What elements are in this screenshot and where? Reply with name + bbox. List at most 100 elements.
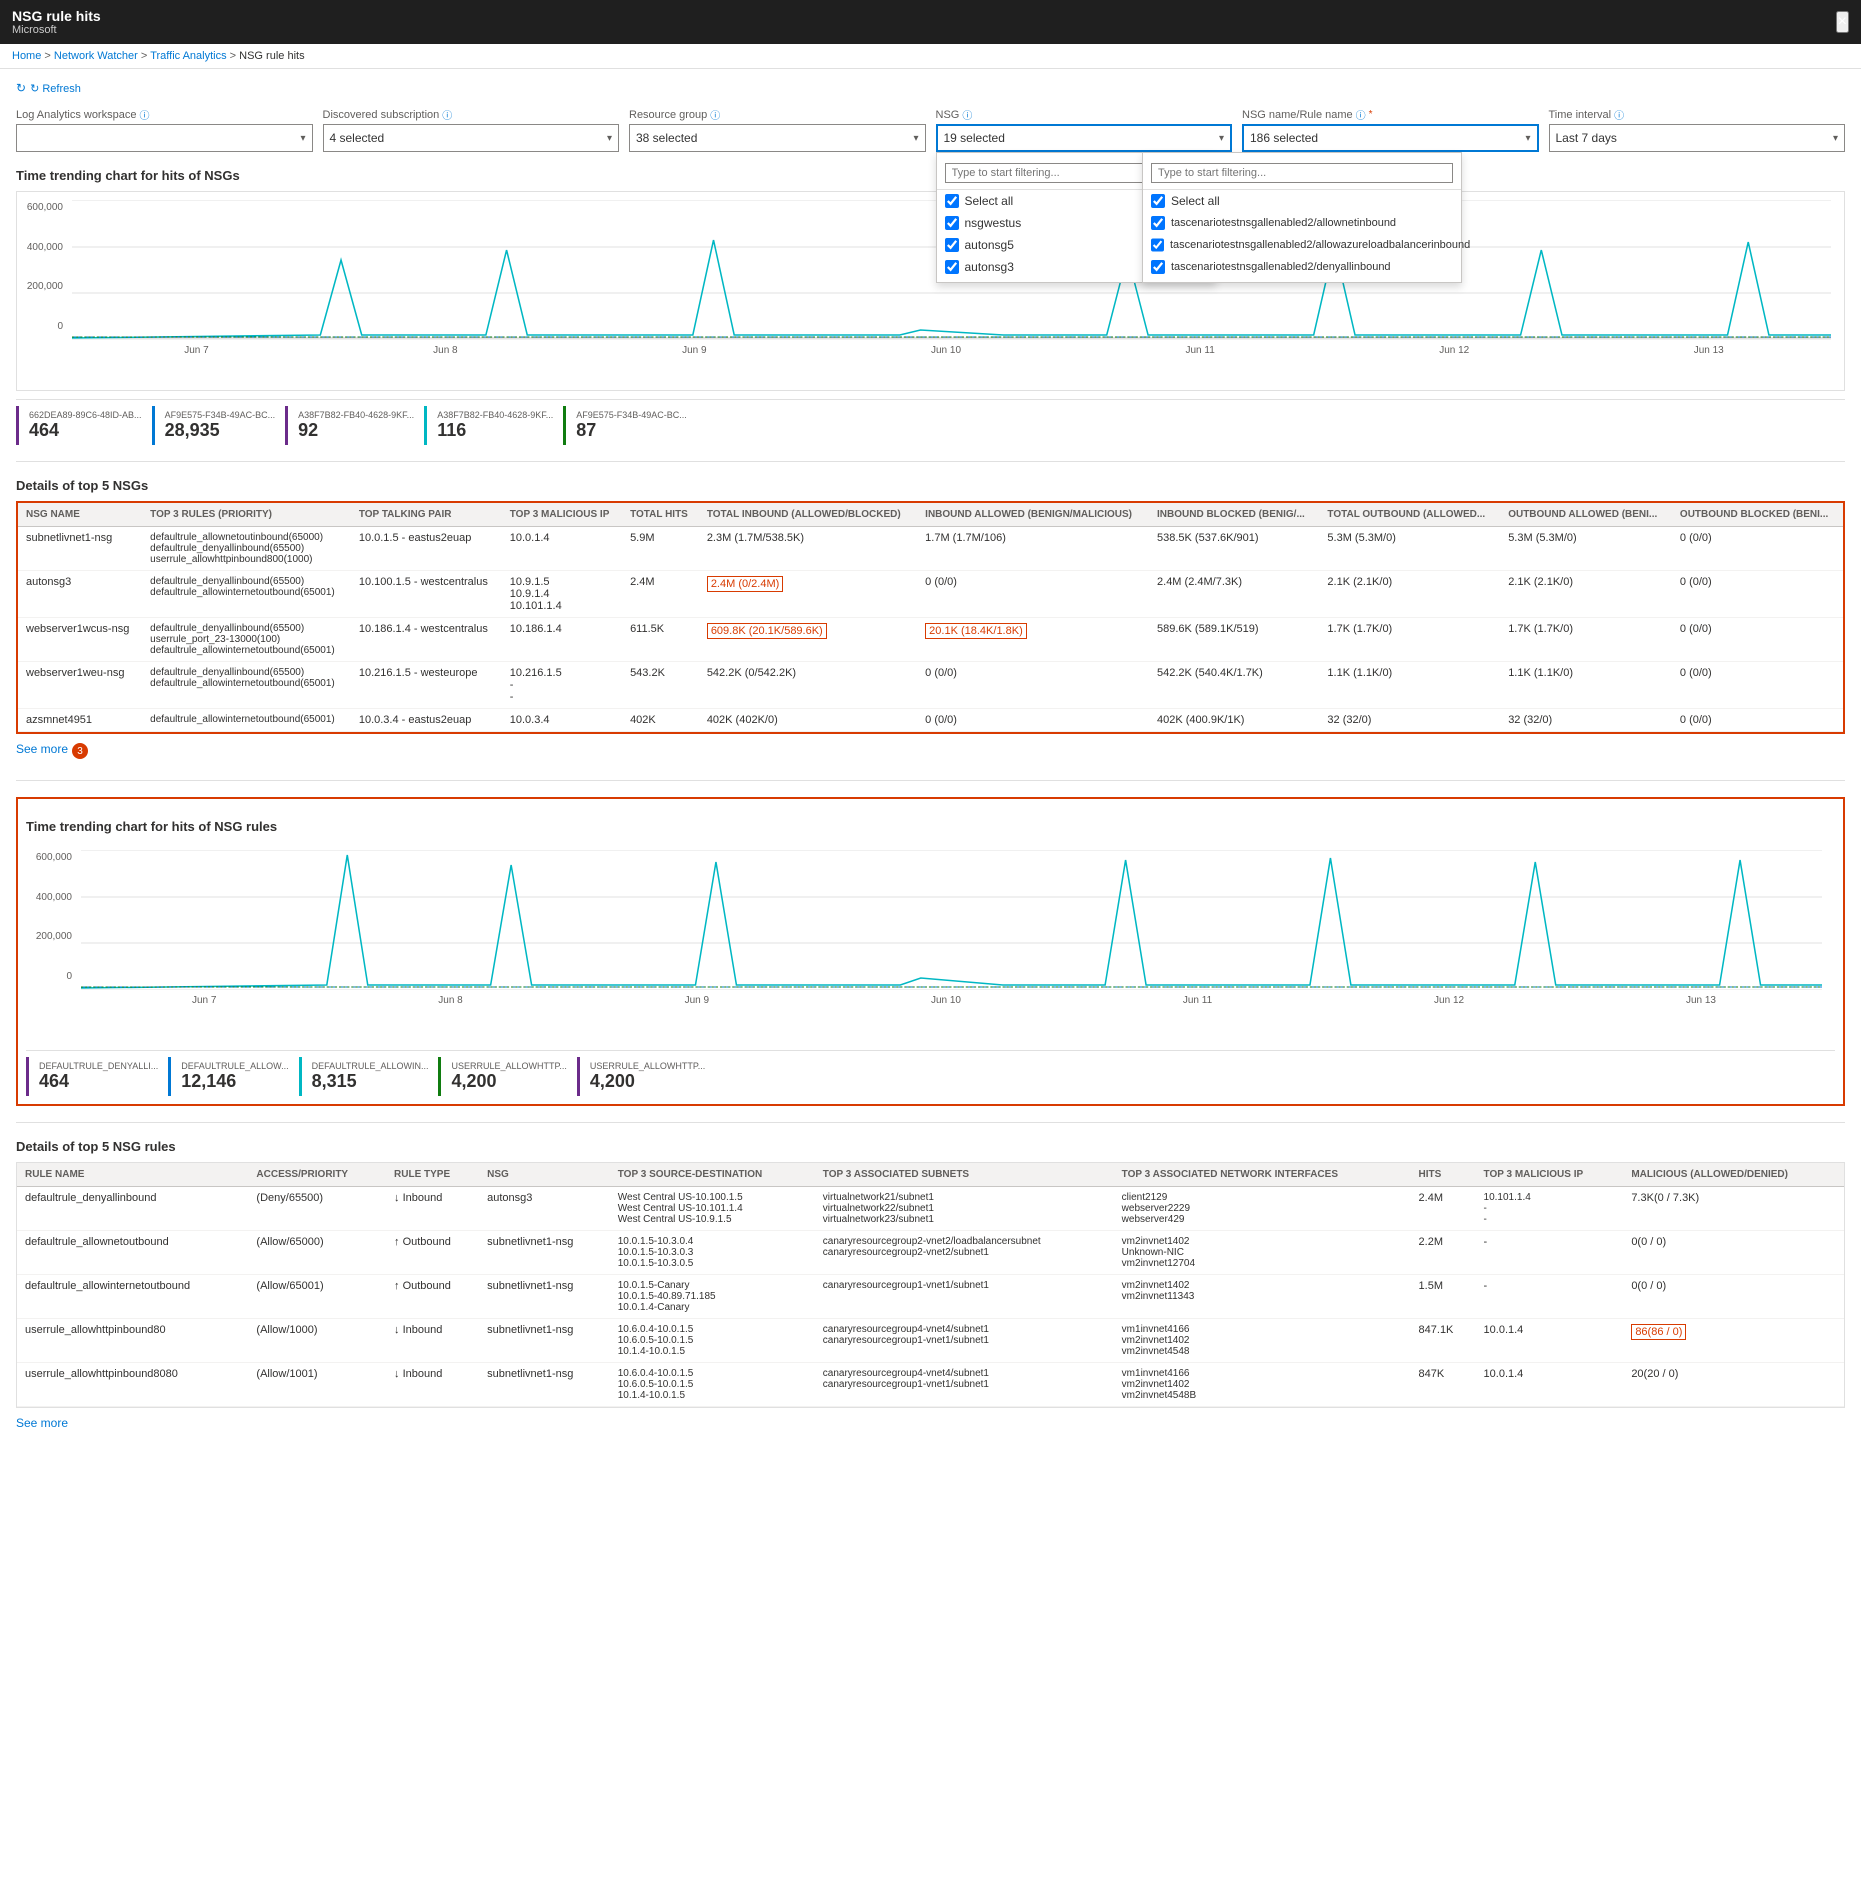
see-more-rules-link[interactable]: See more xyxy=(16,1416,68,1430)
divider-1 xyxy=(16,461,1845,462)
divider-3 xyxy=(16,1122,1845,1123)
nsg-rule-stat-1-value: 464 xyxy=(39,1071,158,1092)
cell-talking-pair: 10.100.1.5 - westcentralus xyxy=(351,571,502,618)
nsg-rule-select-all-checkbox[interactable] xyxy=(1151,194,1165,208)
log-analytics-input[interactable]: ▾ xyxy=(16,124,313,152)
cell-total-outbound: 2.1K (2.1K/0) xyxy=(1319,571,1500,618)
resource-group-input[interactable]: 38 selected ▾ xyxy=(629,124,926,152)
cell-source-dest: West Central US-10.100.1.5West Central U… xyxy=(610,1187,815,1231)
nsg-rule-search-input[interactable] xyxy=(1151,163,1453,183)
table-row: webserver1weu-nsg defaultrule_denyallinb… xyxy=(18,662,1843,709)
nsg-nsgwestus-checkbox[interactable] xyxy=(945,216,959,230)
cell-malicious-ip: 10.186.1.4 xyxy=(502,618,622,662)
nsg-info-icon[interactable]: ⓘ xyxy=(962,107,972,122)
nsg-rule-item2-checkbox[interactable] xyxy=(1151,238,1164,252)
nsg-autonsg5-checkbox[interactable] xyxy=(945,238,959,252)
nsg-autonsg3-label: autonsg3 xyxy=(965,260,1014,274)
nsg-rule-item-3[interactable]: tascenariotestnsgallenabled2/denyallinbo… xyxy=(1143,256,1461,278)
cell-malicious-ip: 10.0.1.4 xyxy=(1476,1319,1624,1363)
cell-malicious-count: 7.3K(0 / 7.3K) xyxy=(1623,1187,1844,1231)
cell-inbound-blocked: 589.6K (589.1K/519) xyxy=(1149,618,1319,662)
nsg-rule-item-1[interactable]: tascenariotestnsgallenabled2/allownetinb… xyxy=(1143,212,1461,234)
nsg-chart-section: Time trending chart for hits of NSGs 600… xyxy=(16,168,1845,445)
nsg-rule-select-all-item[interactable]: Select all xyxy=(1143,190,1461,212)
cell-malicious-ip: 10.216.1.5-- xyxy=(502,662,622,709)
cell-outbound-blocked: 0 (0/0) xyxy=(1672,662,1843,709)
refresh-button[interactable]: ↻ ↻ Refresh xyxy=(16,81,81,95)
nsg-rule-item3-label: tascenariotestnsgallenabled2/denyallinbo… xyxy=(1171,261,1391,273)
col-inbound-allowed: INBOUND ALLOWED (BENIGN/MALICIOUS) xyxy=(917,503,1149,527)
cell-rules: defaultrule_denyallinbound(65500)default… xyxy=(142,571,351,618)
cell-ni: vm1invnet4166vm2invnet1402vm2invnet4548B xyxy=(1114,1363,1411,1407)
table-row: subnetlivnet1-nsg defaultrule_allownetou… xyxy=(18,527,1843,571)
cell-ni: vm1invnet4166vm2invnet1402vm2invnet4548 xyxy=(1114,1319,1411,1363)
cell-outbound-allowed: 1.7K (1.7K/0) xyxy=(1500,618,1672,662)
nsg-label: NSG ⓘ xyxy=(936,107,1233,122)
cell-malicious-count: 0(0 / 0) xyxy=(1623,1275,1844,1319)
nsg-stat-4-label: A38F7B82-FB40-4628-9KF... xyxy=(437,410,553,420)
cell-malicious-ip: 10.101.1.4-- xyxy=(1476,1187,1624,1231)
table-row: defaultrule_allowinternetoutbound (Allow… xyxy=(17,1275,1844,1319)
breadcrumb-network-watcher[interactable]: Network Watcher xyxy=(54,50,138,62)
nsg-stat-2-value: 28,935 xyxy=(165,420,276,441)
subscription-chevron-icon: ▾ xyxy=(607,133,612,144)
nsg-details-table-container: NSG NAME TOP 3 RULES (PRIORITY) TOP TALK… xyxy=(16,501,1845,734)
cell-inbound-allowed: 0 (0/0) xyxy=(917,709,1149,732)
nsg-stat-5-value: 87 xyxy=(576,420,687,441)
see-more-container-1: See more 3 xyxy=(16,738,1845,764)
resource-group-info-icon[interactable]: ⓘ xyxy=(710,107,720,122)
see-more-nsg-link[interactable]: See more xyxy=(16,742,68,756)
highlighted-malicious: 86(86 / 0) xyxy=(1631,1324,1686,1340)
nsg-rule-stat-5-value: 4,200 xyxy=(590,1071,705,1092)
nsg-rule-item1-checkbox[interactable] xyxy=(1151,216,1165,230)
nsg-rule-info-icon[interactable]: ⓘ xyxy=(1356,107,1366,122)
nsg-chart-y-axis: 600,000 400,000 200,000 0 xyxy=(17,202,67,332)
col-access: ACCESS/PRIORITY xyxy=(248,1163,386,1187)
cell-inbound-blocked: 402K (400.9K/1K) xyxy=(1149,709,1319,732)
log-analytics-info-icon[interactable]: ⓘ xyxy=(139,107,149,122)
nsg-rule-stat-3: DEFAULTRULE_ALLOWIN... 8,315 xyxy=(299,1057,439,1096)
nsg-rule-item-2[interactable]: tascenariotestnsgallenabled2/allowazurel… xyxy=(1143,234,1461,256)
nsg-rules-chart-svg xyxy=(81,850,1822,990)
col-rule-name: RULE NAME xyxy=(17,1163,248,1187)
nsg-rules-table-header: RULE NAME ACCESS/PRIORITY RULE TYPE NSG … xyxy=(17,1163,1844,1187)
subscription-info-icon[interactable]: ⓘ xyxy=(442,107,452,122)
nsg-rule-stat-3-value: 8,315 xyxy=(312,1071,429,1092)
log-analytics-chevron-icon: ▾ xyxy=(300,133,305,144)
nsg-rule-chevron-icon: ▾ xyxy=(1525,133,1530,144)
cell-access: (Deny/65500) xyxy=(248,1187,386,1231)
time-interval-input[interactable]: Last 7 days ▾ xyxy=(1549,124,1846,152)
cell-rule-type: ↓ Inbound xyxy=(386,1363,479,1407)
cell-rule-type: ↑ Outbound xyxy=(386,1231,479,1275)
nsg-rule-stat-4-label: USERRULE_ALLOWHTTP... xyxy=(451,1061,566,1071)
time-interval-info-icon[interactable]: ⓘ xyxy=(1614,107,1624,122)
cell-inbound-blocked: 542.2K (540.4K/1.7K) xyxy=(1149,662,1319,709)
nsg-rule-item2-label: tascenariotestnsgallenabled2/allowazurel… xyxy=(1170,239,1470,251)
nsg-autonsg5-label: autonsg5 xyxy=(965,238,1014,252)
breadcrumb-home[interactable]: Home xyxy=(12,50,41,62)
nsg-rules-table-container: RULE NAME ACCESS/PRIORITY RULE TYPE NSG … xyxy=(16,1162,1845,1408)
subscription-input[interactable]: 4 selected ▾ xyxy=(323,124,620,152)
nsg-select-all-checkbox[interactable] xyxy=(945,194,959,208)
nsg-autonsg3-checkbox[interactable] xyxy=(945,260,959,274)
cell-subnets: canaryresourcegroup4-vnet4/subnet1canary… xyxy=(815,1319,1114,1363)
cell-total-hits: 5.9M xyxy=(622,527,699,571)
nsg-input[interactable]: 19 selected ▾ xyxy=(936,124,1233,152)
nsg-stat-2-label: AF9E575-F34B-49AC-BC... xyxy=(165,410,276,420)
close-button[interactable]: × xyxy=(1836,11,1849,33)
cell-outbound-allowed: 32 (32/0) xyxy=(1500,709,1672,732)
nsg-rule-filter: NSG name/Rule name ⓘ * 186 selected ▾ Se… xyxy=(1242,107,1539,152)
cell-talking-pair: 10.186.1.4 - westcentralus xyxy=(351,618,502,662)
cell-nsg: autonsg3 xyxy=(479,1187,610,1231)
nsg-chart-title: Time trending chart for hits of NSGs xyxy=(16,168,1845,183)
cell-rules: defaultrule_denyallinbound(65500)userrul… xyxy=(142,618,351,662)
cell-access: (Allow/65001) xyxy=(248,1275,386,1319)
required-asterisk: * xyxy=(1369,109,1373,120)
nsg-rule-item3-checkbox[interactable] xyxy=(1151,260,1165,274)
cell-nsg: subnetlivnet1-nsg xyxy=(479,1363,610,1407)
cell-inbound-blocked: 538.5K (537.6K/901) xyxy=(1149,527,1319,571)
nsg-rule-input[interactable]: 186 selected ▾ xyxy=(1242,124,1539,152)
nsg-rules-details-title: Details of top 5 NSG rules xyxy=(16,1139,1845,1154)
breadcrumb-traffic-analytics[interactable]: Traffic Analytics xyxy=(150,50,226,62)
nsg-rules-chart-y-axis: 600,000 400,000 200,000 0 xyxy=(26,852,76,982)
